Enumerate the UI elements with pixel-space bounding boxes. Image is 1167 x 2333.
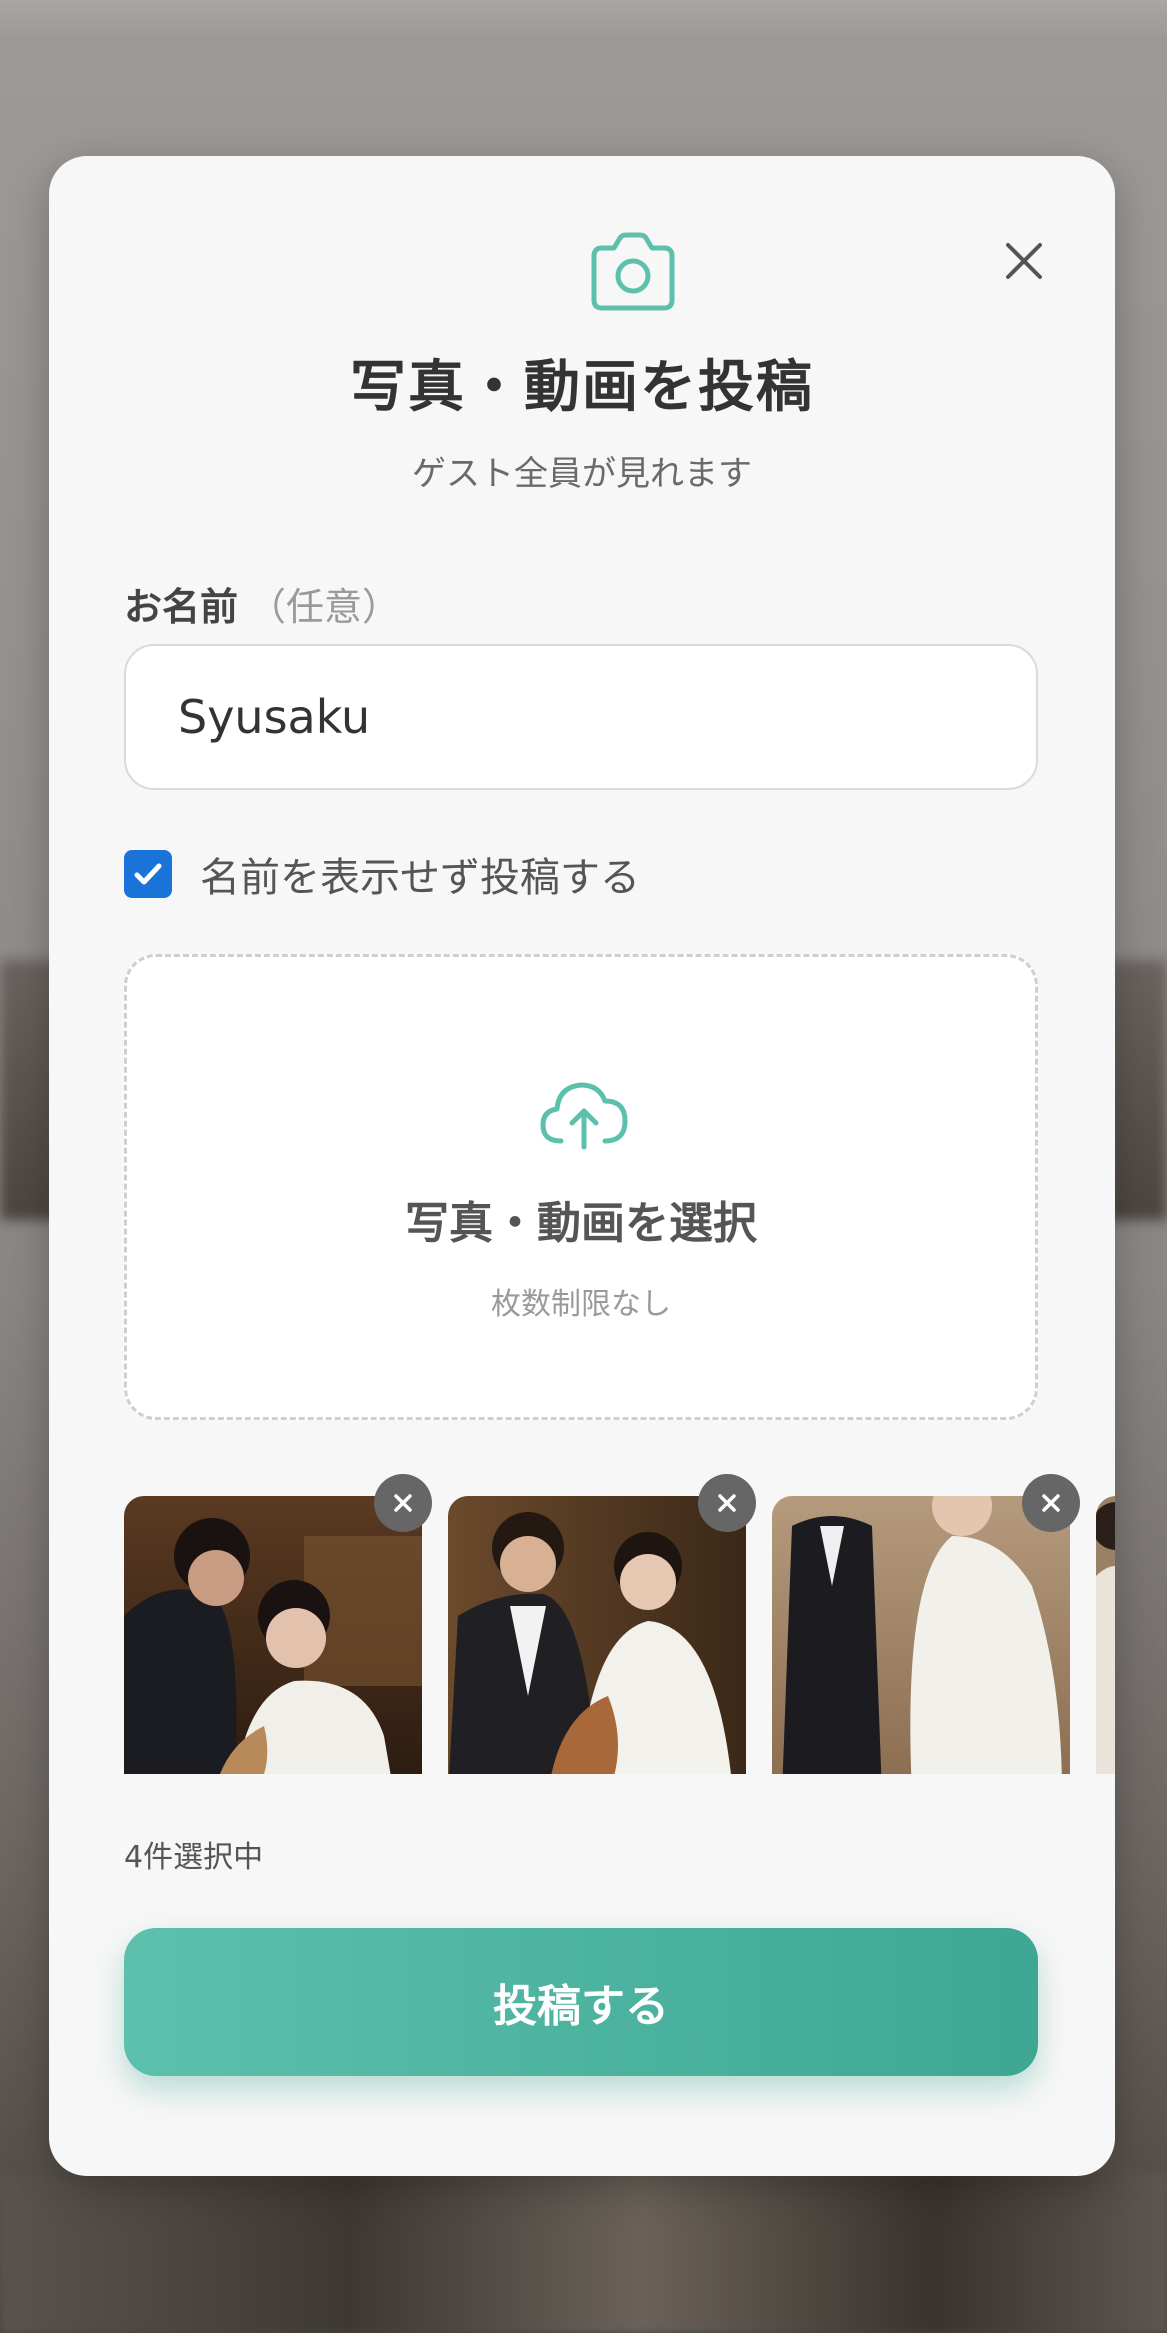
dropzone-subtitle: 枚数制限なし [491,1287,671,1322]
media-thumbnail[interactable] [124,1496,422,1774]
background-photo-bottom [0,2173,1167,2333]
background-top [0,0,1167,40]
remove-icon [718,1494,736,1512]
close-icon [1006,243,1042,279]
remove-icon [1042,1494,1060,1512]
modal-title: 写真・動画を投稿 [350,354,814,420]
upload-modal: 写真・動画を投稿 ゲスト全員が見れます お名前（任意） 名前を表示せず投稿する … [49,156,1115,2176]
selected-media-list [124,1474,1115,1774]
cloud-upload-icon [537,1075,631,1155]
selection-count: 4件選択中 [124,1840,264,1875]
remove-icon [394,1494,412,1512]
anonymous-label: 名前を表示せず投稿する [200,855,640,901]
close-button[interactable] [989,226,1059,296]
remove-media-button[interactable] [1022,1474,1080,1532]
dropzone-title: 写真・動画を選択 [405,1198,757,1249]
camera-icon [586,232,680,312]
checkmark-icon [134,863,162,885]
modal-subtitle: ゲスト全員が見れます [412,454,752,494]
media-thumbnail[interactable] [1096,1496,1115,1774]
name-input[interactable] [124,644,1038,790]
media-dropzone[interactable]: 写真・動画を選択 枚数制限なし [124,954,1038,1420]
name-field-label: お名前 （任意） [124,576,400,631]
anonymous-option[interactable]: 名前を表示せず投稿する [124,846,640,902]
name-label-text: お名前 [124,585,239,629]
optional-label: （任意） [248,585,401,629]
submit-button[interactable]: 投稿する [124,1928,1038,2076]
anonymous-checkbox[interactable] [124,850,172,898]
media-thumbnail[interactable] [772,1496,1070,1774]
remove-media-button[interactable] [698,1474,756,1532]
background-photo-right [1107,960,1167,1220]
remove-media-button[interactable] [374,1474,432,1532]
media-thumbnail[interactable] [448,1496,746,1774]
